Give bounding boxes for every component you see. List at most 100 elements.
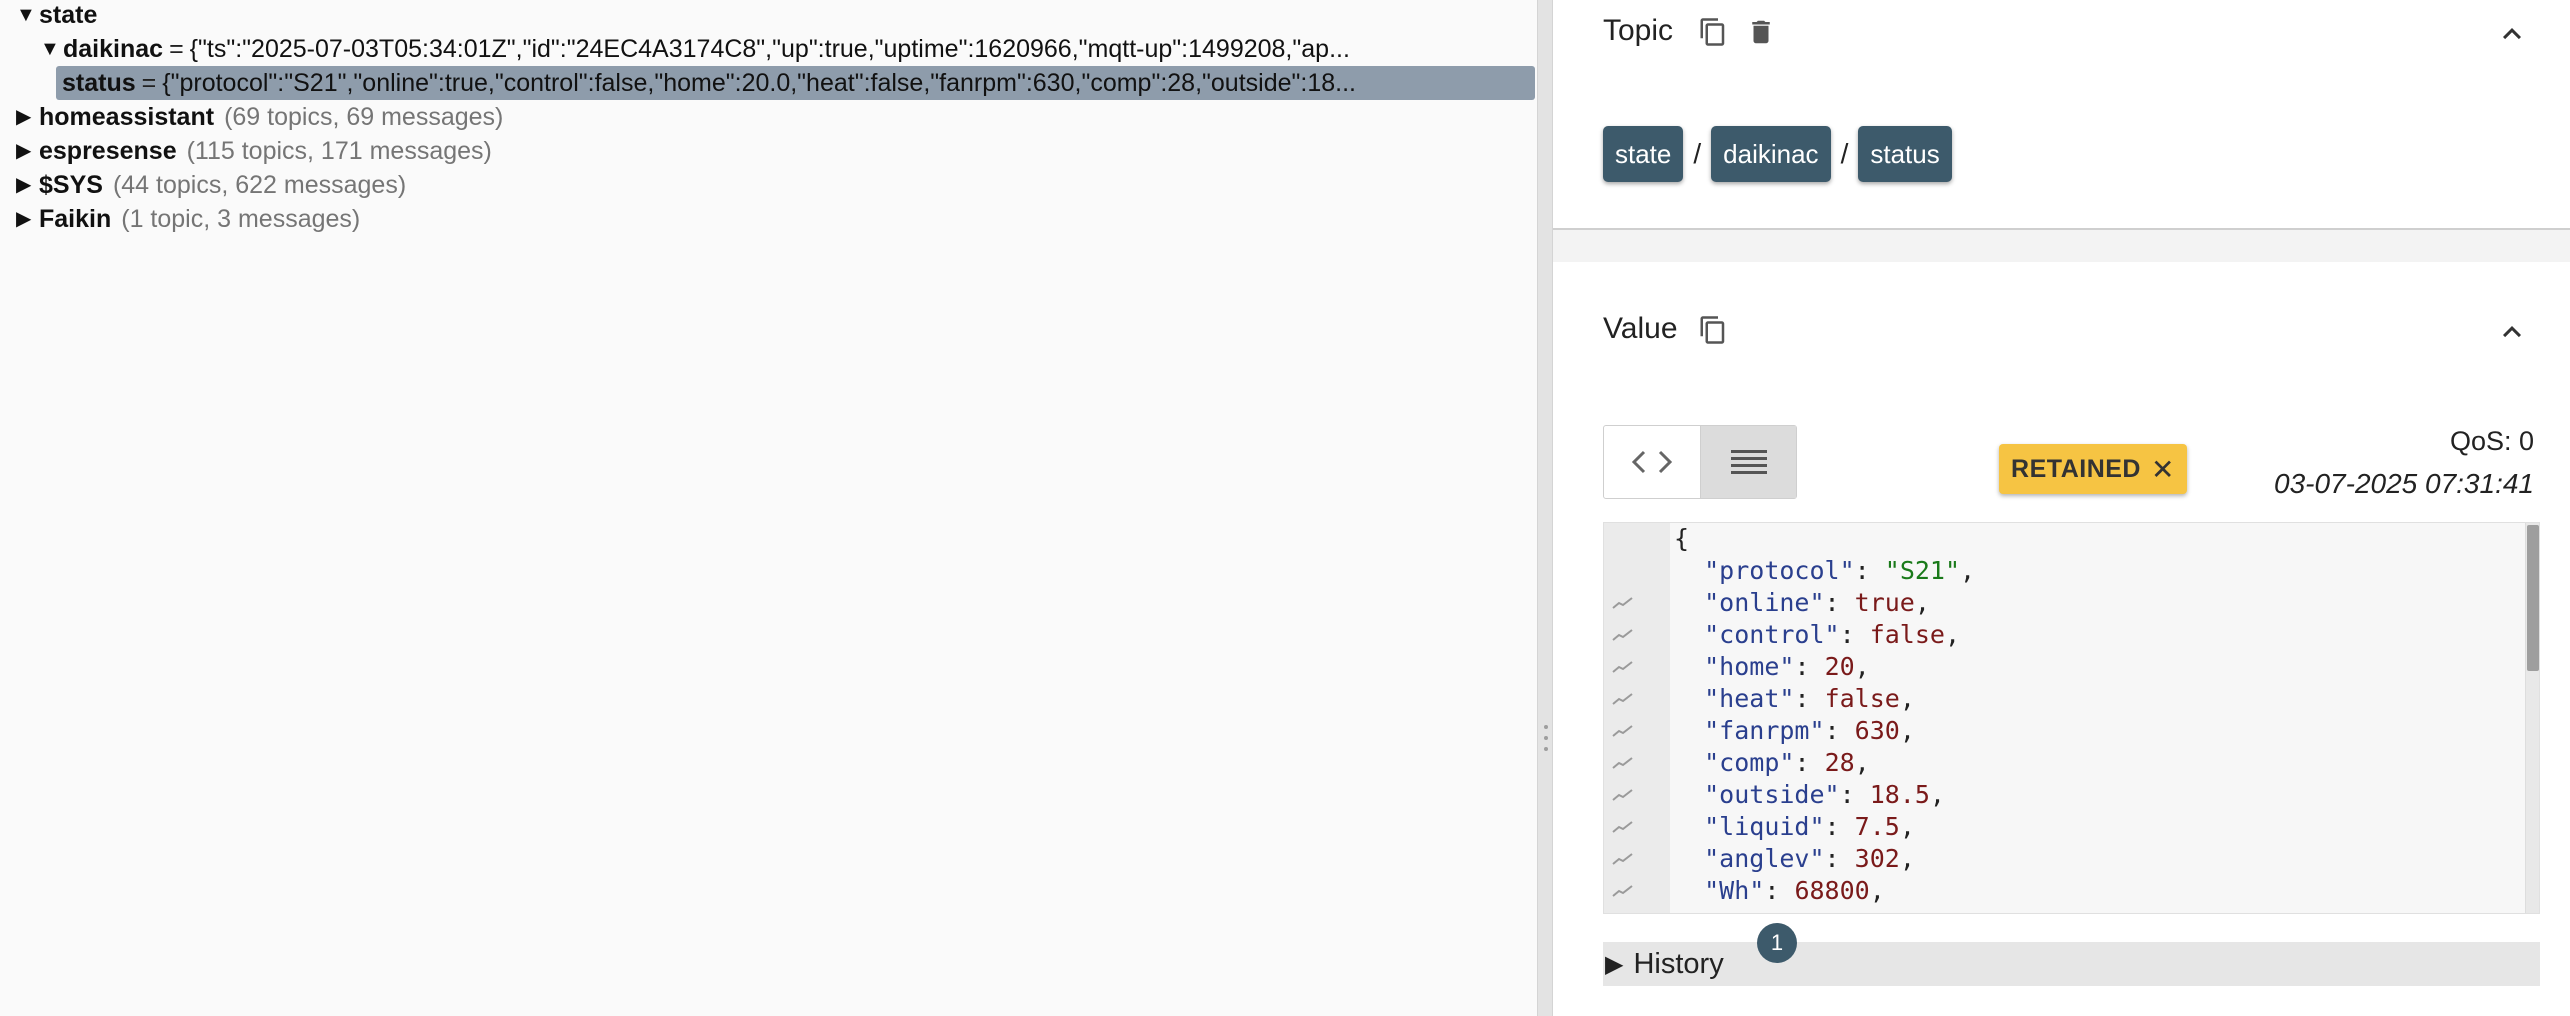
quote: " <box>1704 588 1720 617</box>
json-line: "control": false, <box>1674 619 2523 651</box>
json-brace: { <box>1674 524 1690 553</box>
chart-sparkline-icon[interactable] <box>1612 619 1636 651</box>
lines-icon <box>1730 450 1767 474</box>
comma: , <box>1960 556 1976 585</box>
collapsed-triangle-icon[interactable]: ▶ <box>16 202 36 236</box>
quote: " <box>1809 588 1825 617</box>
topic-chip-daikinac[interactable]: daikinac <box>1711 126 1831 182</box>
chart-sparkline-icon[interactable] <box>1612 747 1636 779</box>
quote: " <box>1809 844 1825 873</box>
quote: " <box>1839 556 1855 585</box>
code-view-button[interactable] <box>1604 426 1700 498</box>
chart-sparkline-icon[interactable] <box>1612 875 1636 907</box>
scrollbar-thumb[interactable] <box>2527 525 2539 671</box>
colon: : <box>1794 748 1825 777</box>
copy-value-icon[interactable] <box>1695 312 1731 348</box>
colon: : <box>1764 876 1795 905</box>
chart-sparkline-icon[interactable] <box>1612 587 1636 619</box>
comma: , <box>1854 652 1870 681</box>
json-code: { "protocol": "S21", "online": true, "co… <box>1674 523 2523 907</box>
topic-tree: ▼ state ▼ daikinac = {"ts":"2025-07-03T0… <box>0 0 1537 1016</box>
quote: " <box>1824 620 1840 649</box>
json-line: "Wh": 68800, <box>1674 875 2523 907</box>
view-mode-toggle <box>1603 425 1797 499</box>
tree-node-meta: (115 topics, 171 messages) <box>186 137 492 165</box>
comma: , <box>1899 812 1915 841</box>
json-line: "online": true, <box>1674 587 2523 619</box>
topic-separator: / <box>1693 138 1702 169</box>
tree-node-label: $SYS <box>39 171 103 199</box>
tree-node-label: daikinac <box>63 35 164 63</box>
splitter-grip-icon[interactable] <box>1544 725 1548 755</box>
history-toggle[interactable]: ▶ History <box>1603 942 2540 986</box>
json-viewer[interactable]: { "protocol": "S21", "online": true, "co… <box>1603 522 2540 914</box>
retained-badge[interactable]: RETAINED ✕ <box>1999 444 2187 494</box>
collapse-chevron-icon[interactable] <box>2494 314 2530 350</box>
chart-sparkline-icon[interactable] <box>1612 715 1636 747</box>
tree-node-state[interactable]: ▼ state <box>16 0 97 32</box>
close-icon[interactable]: ✕ <box>2151 453 2175 486</box>
collapse-chevron-icon[interactable] <box>2494 16 2530 52</box>
collapsed-triangle-icon[interactable]: ▶ <box>16 134 36 168</box>
quote: " <box>1779 684 1795 713</box>
quote: " <box>1704 556 1720 585</box>
colon: : <box>1854 556 1885 585</box>
topic-chip-state[interactable]: state <box>1603 126 1684 182</box>
tree-node-sys[interactable]: ▶ $SYS (44 topics, 622 messages) <box>16 168 406 202</box>
code-icon <box>1631 450 1673 474</box>
chart-sparkline-icon[interactable] <box>1612 651 1636 683</box>
tree-node-label: espresense <box>39 137 177 165</box>
copy-icon[interactable] <box>1695 14 1731 50</box>
tree-node-daikinac[interactable]: ▼ daikinac = {"ts":"2025-07-03T05:34:01Z… <box>40 32 1535 66</box>
json-line: "home": 20, <box>1674 651 2523 683</box>
comma: , <box>1944 620 1961 649</box>
json-line: "fanrpm": 630, <box>1674 715 2523 747</box>
json-key: protocol <box>1719 556 1840 585</box>
colon: : <box>1839 780 1870 809</box>
quote: " <box>1704 652 1720 681</box>
chart-sparkline-icon[interactable] <box>1612 843 1636 875</box>
retained-label: RETAINED <box>2011 454 2141 483</box>
topic-breadcrumb: state / daikinac / status <box>1603 126 1952 182</box>
tree-node-faikin[interactable]: ▶ Faikin (1 topic, 3 messages) <box>16 202 360 236</box>
text-view-button[interactable] <box>1700 426 1796 498</box>
colon: : <box>1794 684 1825 713</box>
chart-sparkline-icon[interactable] <box>1612 683 1636 715</box>
expanded-triangle-icon[interactable]: ▼ <box>16 0 36 32</box>
tree-node-meta: (44 topics, 622 messages) <box>112 171 407 199</box>
chart-sparkline-icon[interactable] <box>1612 811 1636 843</box>
topic-card: Topic state / daikinac / status <box>1553 0 2570 230</box>
colon: : <box>1824 716 1855 745</box>
tree-node-status[interactable]: status = {"protocol":"S21","online":true… <box>56 66 1535 100</box>
comma: , <box>1899 684 1915 713</box>
tree-node-homeassistant[interactable]: ▶ homeassistant (69 topics, 69 messages) <box>16 100 503 134</box>
delete-icon[interactable] <box>1743 14 1779 50</box>
quote: " <box>1704 716 1720 745</box>
json-line: "liquid": 7.5, <box>1674 811 2523 843</box>
tree-node-meta: (1 topic, 3 messages) <box>121 205 361 233</box>
topic-chip-status[interactable]: status <box>1858 126 1952 182</box>
equals-sign: = <box>169 35 184 63</box>
json-value: 18.5 <box>1869 780 1930 809</box>
quote: " <box>1704 748 1720 777</box>
vertical-scrollbar[interactable] <box>2525 523 2539 913</box>
quote: " <box>1704 620 1720 649</box>
pane-splitter[interactable] <box>1537 0 1553 1016</box>
chart-sparkline-icon[interactable] <box>1612 779 1636 811</box>
expanded-triangle-icon[interactable]: ▼ <box>40 32 60 66</box>
message-timestamp: 03-07-2025 07:31:41 <box>2274 468 2534 499</box>
history-count-badge: 1 <box>1757 923 1797 963</box>
json-value: 302 <box>1854 844 1900 873</box>
quote: " <box>1704 876 1720 905</box>
collapsed-triangle-icon[interactable]: ▶ <box>16 100 36 134</box>
colon: : <box>1824 844 1855 873</box>
tree-node-espresense[interactable]: ▶ espresense (115 topics, 171 messages) <box>16 134 492 168</box>
collapsed-triangle-icon[interactable]: ▶ <box>16 168 36 202</box>
json-value: false <box>1869 620 1945 649</box>
json-line: { <box>1674 523 2523 555</box>
